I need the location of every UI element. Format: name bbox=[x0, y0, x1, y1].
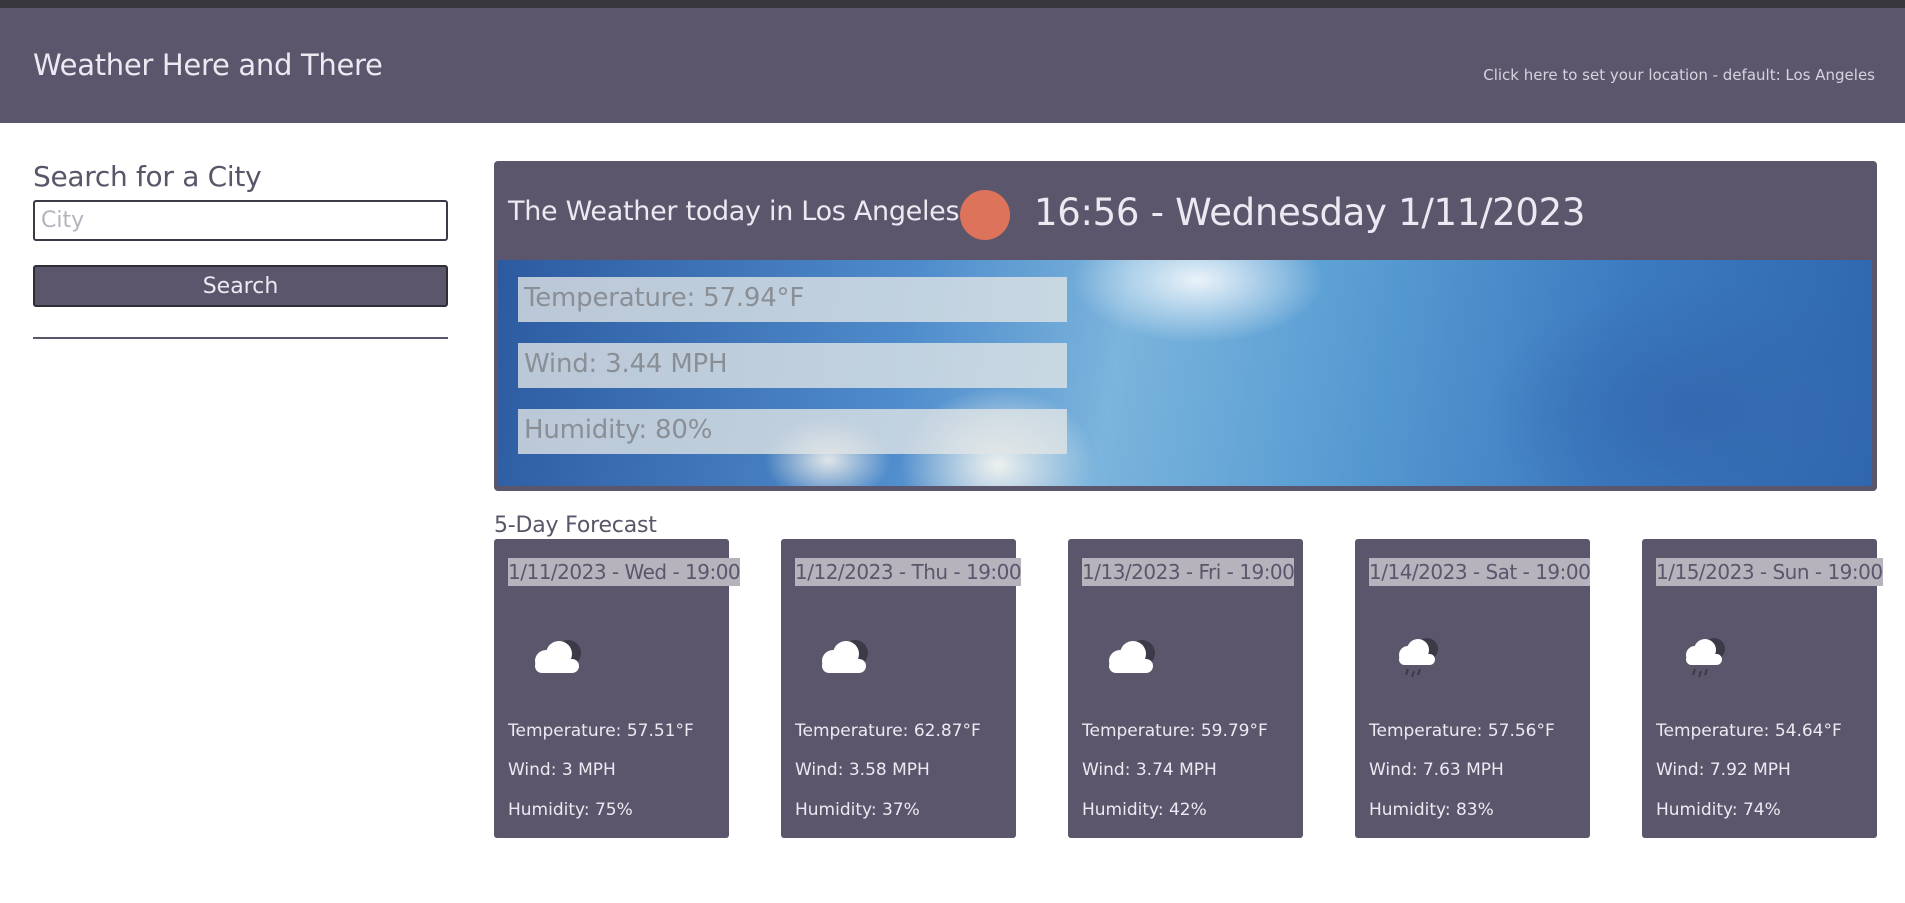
forecast-wind: Wind: 3.58 MPH bbox=[795, 760, 930, 780]
app-title: Weather Here and There bbox=[33, 48, 383, 82]
forecast-date: 1/12/2023 - Thu - 19:00 bbox=[795, 558, 1022, 586]
current-weather-header: The Weather today in Los Angeles 16:56 -… bbox=[494, 161, 1877, 261]
forecast-humidity: Humidity: 74% bbox=[1656, 800, 1781, 820]
forecast-wind: Wind: 3 MPH bbox=[508, 760, 616, 780]
forecast-temperature: Temperature: 57.56°F bbox=[1369, 721, 1555, 741]
forecast-date: 1/14/2023 - Sat - 19:00 bbox=[1369, 558, 1591, 586]
forecast-temperature: Temperature: 57.51°F bbox=[508, 721, 694, 741]
forecast-title: 5-Day Forecast bbox=[494, 513, 657, 538]
current-humidity: Humidity: 80% bbox=[518, 409, 1067, 454]
rain-cloud-icon bbox=[1670, 629, 1740, 689]
cloud-icon bbox=[522, 629, 592, 689]
search-sidebar: Search for a City Search bbox=[33, 160, 448, 339]
current-wind: Wind: 3.44 MPH bbox=[518, 343, 1067, 388]
forecast-card: 1/13/2023 - Fri - 19:00 Temperature: 59.7… bbox=[1068, 539, 1303, 838]
cloud-icon bbox=[809, 629, 879, 689]
forecast-card: 1/12/2023 - Thu - 19:00 Temperature: 62.8… bbox=[781, 539, 1022, 838]
forecast-wind: Wind: 7.92 MPH bbox=[1656, 760, 1791, 780]
search-heading: Search for a City bbox=[33, 160, 262, 193]
sky-background-image: Temperature: 57.94°F Wind: 3.44 MPH Humi… bbox=[498, 260, 1872, 486]
page-header: Weather Here and There Click here to set… bbox=[0, 8, 1905, 123]
forecast-humidity: Humidity: 83% bbox=[1369, 800, 1494, 820]
forecast-temperature: Temperature: 62.87°F bbox=[795, 721, 981, 741]
search-button[interactable]: Search bbox=[33, 265, 448, 307]
current-weather-panel: The Weather today in Los Angeles 16:56 -… bbox=[494, 161, 1877, 491]
forecast-card: 1/11/2023 - Wed - 19:00 Temperature: 57.5… bbox=[494, 539, 741, 838]
forecast-wind: Wind: 7.63 MPH bbox=[1369, 760, 1504, 780]
forecast-date: 1/13/2023 - Fri - 19:00 bbox=[1082, 558, 1295, 586]
browser-top-strip bbox=[0, 0, 1905, 8]
forecast-temperature: Temperature: 54.64°F bbox=[1656, 721, 1842, 741]
cloud-icon bbox=[1096, 629, 1166, 689]
forecast-temperature: Temperature: 59.79°F bbox=[1082, 721, 1268, 741]
current-weather-title: The Weather today in Los Angeles bbox=[508, 196, 960, 227]
set-location-link[interactable]: Click here to set your location - defaul… bbox=[1483, 66, 1875, 84]
forecast-card: 1/14/2023 - Sat - 19:00 Temperature: 57.5… bbox=[1355, 539, 1591, 838]
forecast-humidity: Humidity: 42% bbox=[1082, 800, 1207, 820]
forecast-wind: Wind: 3.74 MPH bbox=[1082, 760, 1217, 780]
forecast-date: 1/15/2023 - Sun - 19:00 bbox=[1656, 558, 1883, 586]
sidebar-divider bbox=[33, 337, 448, 339]
forecast-date: 1/11/2023 - Wed - 19:00 bbox=[508, 558, 741, 586]
sun-icon bbox=[960, 190, 1010, 240]
rain-cloud-icon bbox=[1383, 629, 1453, 689]
forecast-humidity: Humidity: 75% bbox=[508, 800, 633, 820]
forecast-card: 1/15/2023 - Sun - 19:00 Temperature: 54.6… bbox=[1642, 539, 1883, 838]
forecast-humidity: Humidity: 37% bbox=[795, 800, 920, 820]
current-datetime: 16:56 - Wednesday 1/11/2023 bbox=[1034, 191, 1586, 234]
current-temperature: Temperature: 57.94°F bbox=[518, 277, 1067, 322]
city-search-input[interactable] bbox=[33, 200, 448, 241]
